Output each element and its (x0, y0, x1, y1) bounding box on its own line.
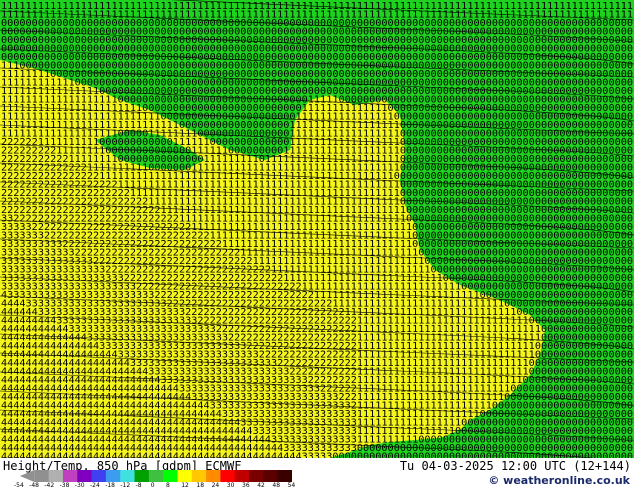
temperature-colorbar (20, 470, 292, 482)
colorbar-tick: 36 (242, 482, 250, 489)
colorbar-segment (134, 470, 150, 482)
colorbar-segment (249, 470, 264, 482)
credit-link[interactable]: © weatheronline.co.uk (488, 474, 630, 488)
colorbar-segment (234, 470, 250, 482)
colorbar-tick: -54 (14, 482, 24, 489)
colorbar-tick-labels: -54 -48 -42 -38 -30 -24 -18 -12 -8 0 8 12 18 24 30 36 42… (14, 482, 304, 490)
colorbar-segment (105, 470, 121, 482)
map-footer: Height/Temp. 850 hPa [gdpm] ECMWF Tu 04-… (0, 458, 634, 490)
colorbar-tick: 30 (226, 482, 235, 489)
colorbar-tick: -48 (29, 482, 39, 489)
colorbar-tick: -8 (135, 482, 142, 489)
colorbar-segment (34, 470, 50, 482)
colorbar-segment (62, 470, 78, 482)
colorbar-segment (220, 470, 236, 482)
weather-map: 1111111111111111111111111111111111111111… (0, 0, 634, 458)
colorbar-tick: 12 (181, 482, 189, 489)
colorbar-segment (263, 470, 279, 482)
colorbar-segment (120, 470, 136, 482)
colorbar-segment (91, 470, 107, 482)
colorbar-tick: 0 (150, 482, 155, 489)
colorbar-tick: 54 (287, 482, 296, 489)
colorbar-tick: -18 (105, 482, 115, 489)
colorbar-segment (148, 470, 164, 482)
colorbar-tick: -12 (120, 482, 131, 489)
colorbar-segment (177, 470, 193, 482)
colorbar-tick: -30 (74, 482, 85, 489)
colorbar-tick: 42 (257, 482, 265, 489)
colorbar-segment (191, 470, 207, 482)
colorbar-segment (77, 470, 93, 482)
contour-value-labels: 1111111111111111111111111111111111111111… (1, 1, 633, 458)
colorbar-tick: 18 (196, 482, 205, 489)
colorbar-tick: -38 (59, 482, 70, 489)
colorbar-tick: -42 (44, 482, 55, 489)
colorbar-tick: 24 (211, 482, 220, 489)
colorbar-arrow-left (20, 470, 35, 482)
map-valid-time: Tu 04-03-2025 12:00 UTC (12+144) (399, 459, 631, 473)
colorbar-tick: 8 (166, 482, 170, 489)
colorbar-segment (163, 470, 178, 482)
colorbar-segment (206, 470, 221, 482)
colorbar-tick: -24 (90, 482, 100, 489)
colorbar-segment (48, 470, 64, 482)
colorbar-tick: 48 (272, 482, 281, 489)
